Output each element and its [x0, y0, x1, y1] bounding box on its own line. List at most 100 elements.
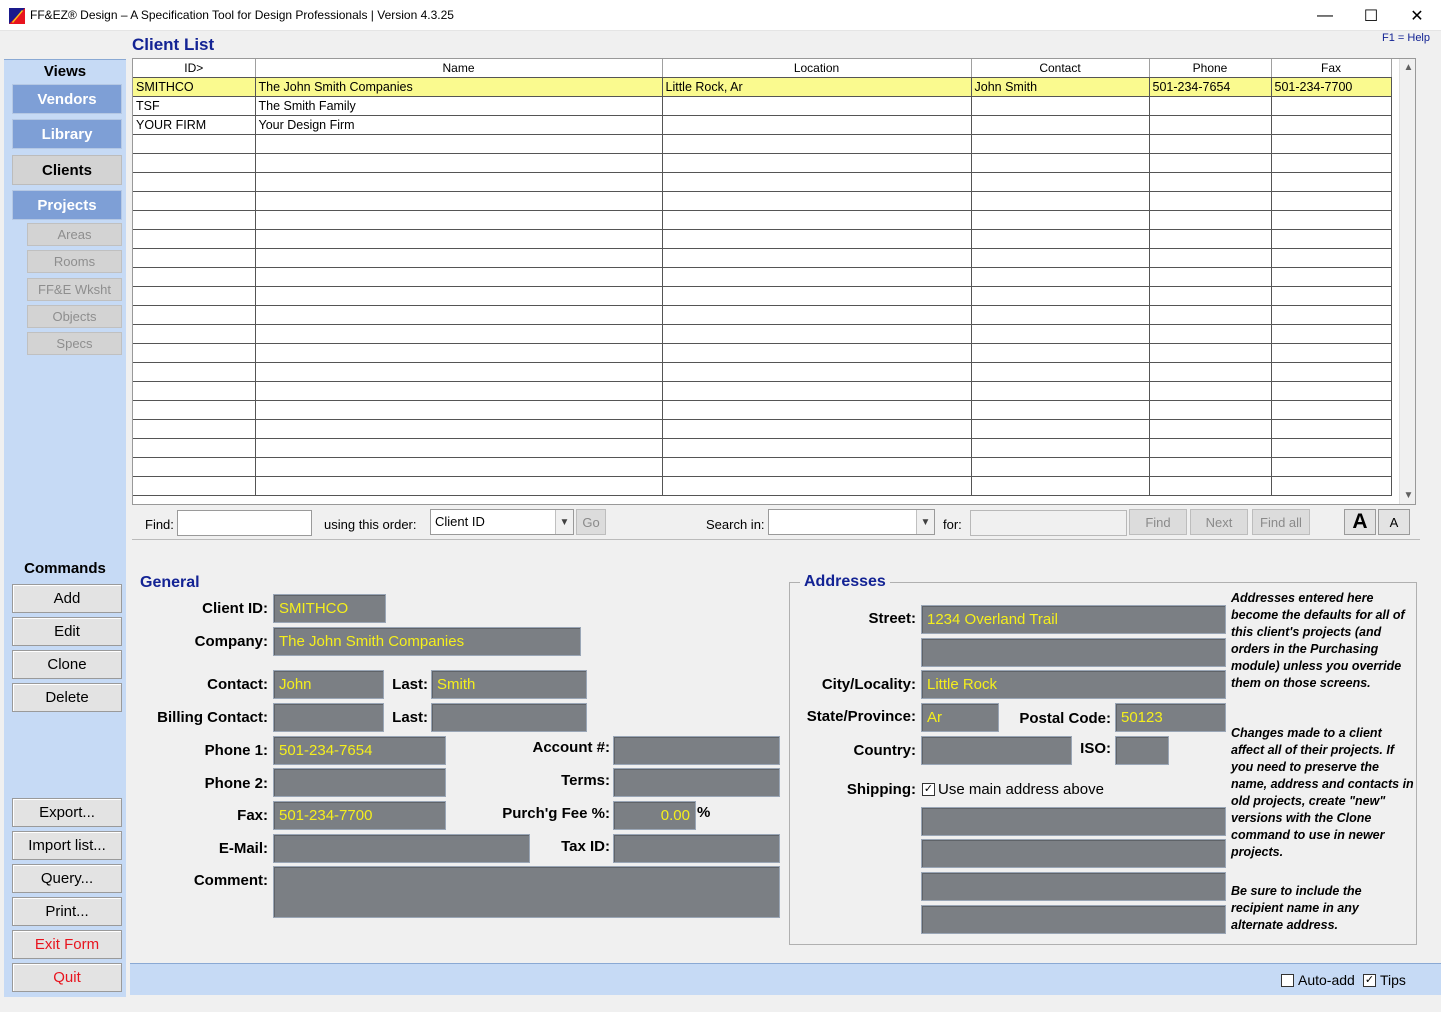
postal-code-field[interactable]: 50123: [1115, 703, 1226, 732]
billing-last-field[interactable]: [431, 703, 587, 732]
cell-phone[interactable]: [1149, 457, 1272, 477]
cell-fax[interactable]: [1271, 438, 1392, 458]
terms-field[interactable]: [613, 768, 780, 797]
cell-id[interactable]: [133, 172, 256, 192]
cell-id[interactable]: SMITHCO: [133, 77, 256, 97]
cell-name[interactable]: [255, 419, 663, 439]
nav-clients[interactable]: Clients: [12, 155, 122, 185]
column-header-phone[interactable]: Phone: [1149, 59, 1272, 78]
table-row[interactable]: [133, 438, 1392, 458]
cell-name[interactable]: [255, 248, 663, 268]
cell-id[interactable]: [133, 248, 256, 268]
cell-phone[interactable]: [1149, 153, 1272, 173]
chevron-down-icon[interactable]: ▼: [916, 510, 934, 534]
street1-field[interactable]: 1234 Overland Trail: [921, 605, 1226, 634]
cell-location[interactable]: [662, 96, 972, 116]
cell-id[interactable]: [133, 438, 256, 458]
comment-field[interactable]: [273, 866, 780, 918]
cell-id[interactable]: TSF: [133, 96, 256, 116]
nav-ffe-wksht[interactable]: FF&E Wksht: [27, 278, 122, 301]
cell-location[interactable]: [662, 400, 972, 420]
cell-location[interactable]: [662, 229, 972, 249]
cell-id[interactable]: [133, 400, 256, 420]
maximize-button[interactable]: ☐: [1348, 0, 1394, 31]
cell-contact[interactable]: [971, 438, 1150, 458]
cell-id[interactable]: YOUR FIRM: [133, 115, 256, 135]
next-button[interactable]: Next: [1190, 509, 1248, 535]
cell-fax[interactable]: [1271, 381, 1392, 401]
column-header-id[interactable]: ID>: [133, 59, 256, 78]
cell-id[interactable]: [133, 457, 256, 477]
query-button[interactable]: Query...: [12, 864, 122, 893]
cell-location[interactable]: [662, 457, 972, 477]
cell-contact[interactable]: [971, 153, 1150, 173]
chevron-down-icon[interactable]: ▼: [555, 510, 573, 534]
cell-name[interactable]: [255, 324, 663, 344]
cell-fax[interactable]: [1271, 134, 1392, 154]
cell-fax[interactable]: [1271, 419, 1392, 439]
cell-id[interactable]: [133, 267, 256, 287]
search-in-select[interactable]: ▼: [768, 509, 935, 535]
cell-contact[interactable]: [971, 96, 1150, 116]
cell-phone[interactable]: [1149, 476, 1272, 496]
fax-field[interactable]: 501-234-7700: [273, 801, 446, 830]
table-row[interactable]: [133, 381, 1392, 401]
cell-id[interactable]: [133, 381, 256, 401]
country-field[interactable]: [921, 736, 1072, 765]
cell-name[interactable]: Your Design Firm: [255, 115, 663, 135]
tax-id-field[interactable]: [613, 834, 780, 863]
ship-line-2-field[interactable]: [921, 839, 1226, 868]
cell-name[interactable]: [255, 191, 663, 211]
go-button[interactable]: Go: [576, 509, 606, 535]
cell-contact[interactable]: [971, 286, 1150, 306]
column-header-name[interactable]: Name: [255, 59, 663, 78]
cell-contact[interactable]: [971, 419, 1150, 439]
cell-phone[interactable]: [1149, 229, 1272, 249]
cell-name[interactable]: [255, 362, 663, 382]
cell-fax[interactable]: [1271, 191, 1392, 211]
cell-id[interactable]: [133, 343, 256, 363]
nav-objects[interactable]: Objects: [27, 305, 122, 328]
cell-id[interactable]: [133, 153, 256, 173]
table-row[interactable]: [133, 457, 1392, 477]
table-row[interactable]: [133, 324, 1392, 344]
cell-name[interactable]: [255, 381, 663, 401]
cell-phone[interactable]: [1149, 286, 1272, 306]
nav-projects[interactable]: Projects: [12, 190, 122, 220]
print-button[interactable]: Print...: [12, 897, 122, 926]
cell-phone[interactable]: [1149, 172, 1272, 192]
cell-contact[interactable]: [971, 381, 1150, 401]
cell-location[interactable]: [662, 476, 972, 496]
cell-id[interactable]: [133, 305, 256, 325]
exit-form-button[interactable]: Exit Form: [12, 930, 122, 959]
cell-location[interactable]: [662, 134, 972, 154]
cell-name[interactable]: [255, 343, 663, 363]
cell-phone[interactable]: [1149, 134, 1272, 154]
cell-fax[interactable]: [1271, 115, 1392, 135]
cell-contact[interactable]: [971, 476, 1150, 496]
use-main-address-checkbox[interactable]: ✓: [922, 783, 935, 796]
cell-id[interactable]: [133, 229, 256, 249]
cell-fax[interactable]: [1271, 153, 1392, 173]
cell-phone[interactable]: [1149, 381, 1272, 401]
cell-contact[interactable]: [971, 115, 1150, 135]
table-row[interactable]: YOUR FIRM Your Design Firm: [133, 115, 1392, 135]
cell-location[interactable]: [662, 267, 972, 287]
cell-id[interactable]: [133, 286, 256, 306]
ship-line-1-field[interactable]: [921, 807, 1226, 836]
cell-phone[interactable]: [1149, 248, 1272, 268]
cell-fax[interactable]: [1271, 210, 1392, 230]
cell-name[interactable]: [255, 476, 663, 496]
nav-areas[interactable]: Areas: [27, 223, 122, 246]
cell-name[interactable]: [255, 267, 663, 287]
cell-contact[interactable]: [971, 324, 1150, 344]
cell-fax[interactable]: [1271, 267, 1392, 287]
order-select[interactable]: Client ID ▼: [430, 509, 574, 535]
import-list-button[interactable]: Import list...: [12, 831, 122, 860]
cell-id[interactable]: [133, 362, 256, 382]
cell-location[interactable]: [662, 324, 972, 344]
purch-fee-field[interactable]: 0.00: [613, 801, 696, 830]
column-header-location[interactable]: Location: [662, 59, 972, 78]
cell-fax[interactable]: [1271, 362, 1392, 382]
nav-specs[interactable]: Specs: [27, 332, 122, 355]
